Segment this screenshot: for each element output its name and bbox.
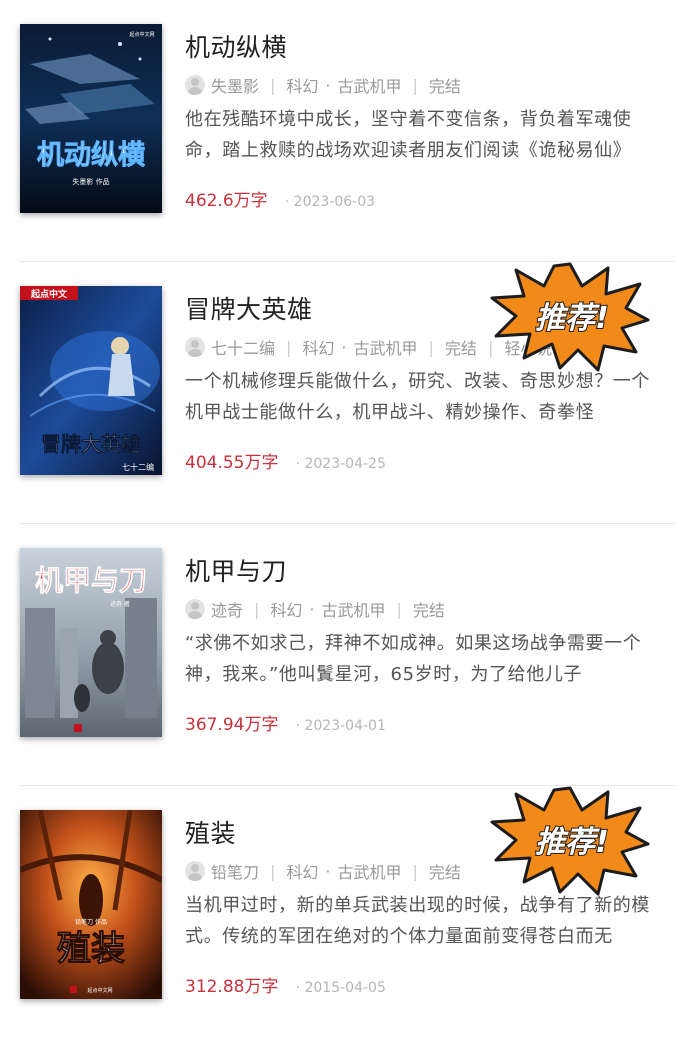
default-avatar-icon — [185, 861, 205, 881]
recommend-badge: 推荐! — [490, 262, 650, 372]
meta-separator: | — [412, 75, 418, 95]
book-item[interactable]: 机甲与刀 迹奇 著 机甲与刀 迹奇 | 科幻 · 古武机甲 | 完结 “求佛不如… — [0, 524, 676, 786]
cover-author: 铅笔刀 作品 — [75, 918, 107, 926]
book-cover-art: 机甲与刀 迹奇 著 — [20, 548, 162, 737]
book-subcategory[interactable]: 古武机甲 — [354, 335, 418, 359]
cover-title: 机甲与刀 — [35, 564, 147, 597]
badge-text: 推荐! — [535, 301, 609, 336]
book-status: 完结 — [412, 601, 445, 620]
book-cover-art: 机动纵横 失墨影 作品 起点中文网 — [20, 24, 162, 213]
book-description: 一个机械修理兵能做什么，研究、改装、奇思妙想？一个机甲战士能做什么，机甲战斗、精… — [185, 371, 650, 423]
book-cover-art: 起点中文 冒牌大英雄 七十二编 — [20, 286, 162, 475]
book-item[interactable]: 起点中文 冒牌大英雄 七十二编 冒牌大英雄 七十二编 | 科幻 · 古武机甲 |… — [0, 262, 676, 524]
meta-dot: · — [325, 75, 331, 95]
cover-publisher: 起点中文网 — [129, 31, 154, 38]
recommend-badge: 推荐! — [490, 786, 650, 896]
book-status: 完结 — [428, 77, 461, 96]
book-cover[interactable]: 起点中文 冒牌大英雄 七十二编 — [20, 286, 162, 475]
book-author[interactable]: 七十二编 — [211, 335, 275, 359]
book-stats: 462.6万字 · 2023-06-03 — [185, 186, 375, 211]
book-description: “求佛不如求己，拜神不如成神。如果这场战争需要一个神，我来。”他叫鬒星河，65岁… — [185, 633, 642, 685]
book-stats: 312.88万字 · 2015-04-05 — [185, 972, 386, 997]
meta-separator: | — [396, 599, 402, 619]
word-count: 312.88万字 — [185, 977, 279, 997]
meta-separator: | — [254, 599, 260, 619]
book-status: 完结 — [428, 863, 461, 882]
meta-separator: | — [270, 861, 276, 881]
burst-badge-icon: 推荐! — [490, 262, 650, 372]
book-meta: 铅笔刀 | 科幻 · 古武机甲 | 完结 — [185, 858, 461, 884]
cover-publisher: 起点中文网 — [87, 987, 112, 994]
meta-separator: | — [412, 861, 418, 881]
update-date: · 2023-04-25 — [295, 456, 386, 472]
book-cover[interactable]: 机动纵横 失墨影 作品 起点中文网 — [20, 24, 162, 213]
badge-text: 推荐! — [535, 825, 609, 860]
update-date: · 2015-04-05 — [295, 980, 386, 996]
book-item[interactable]: 铅笔刀 作品 殖装 起点中文网 殖装 铅笔刀 | 科幻 · 古武机甲 | 完结 … — [0, 786, 676, 1048]
meta-dot: · — [309, 599, 315, 619]
book-description: 他在残酷环境中成长，坚守着不变信条，背负着军魂使命，踏上救赎的战场欢迎读者朋友们… — [185, 109, 632, 161]
book-title[interactable]: 机甲与刀 — [185, 552, 287, 588]
update-date: · 2023-04-01 — [295, 718, 386, 734]
meta-separator: | — [286, 337, 292, 357]
book-subcategory[interactable]: 古武机甲 — [322, 597, 386, 621]
book-category[interactable]: 科幻 — [286, 859, 318, 883]
cover-publisher: 起点中文 — [30, 288, 68, 300]
default-avatar-icon — [185, 337, 205, 357]
cover-title: 机动纵横 — [37, 140, 145, 171]
book-stats: 367.94万字 · 2023-04-01 — [185, 710, 386, 735]
meta-dot: · — [341, 337, 347, 357]
cover-author: 迹奇 著 — [110, 600, 130, 608]
book-author[interactable]: 失墨影 — [211, 73, 259, 97]
book-category[interactable]: 科幻 — [286, 73, 318, 97]
word-count: 404.55万字 — [185, 453, 279, 473]
word-count: 367.94万字 — [185, 715, 279, 735]
meta-separator: | — [270, 75, 276, 95]
cover-author: 失墨影 作品 — [72, 177, 109, 186]
book-description: 当机甲过时，新的单兵武装出现的时候，战争有了新的模式。传统的军团在绝对的个体力量… — [185, 895, 650, 947]
update-date-value: 2023-04-25 — [304, 456, 386, 472]
meta-dot: · — [325, 861, 331, 881]
update-date-value: 2023-06-03 — [293, 194, 376, 210]
book-category[interactable]: 科幻 — [270, 597, 302, 621]
book-cover-art: 铅笔刀 作品 殖装 起点中文网 — [20, 810, 162, 999]
book-cover[interactable]: 机甲与刀 迹奇 著 — [20, 548, 162, 737]
book-author[interactable]: 迹奇 — [211, 597, 243, 621]
book-subcategory[interactable]: 古武机甲 — [338, 73, 402, 97]
default-avatar-icon — [185, 599, 205, 619]
default-avatar-icon — [185, 75, 205, 95]
burst-badge-icon: 推荐! — [490, 786, 650, 896]
cover-title: 冒牌大英雄 — [41, 432, 141, 456]
book-category[interactable]: 科幻 — [302, 335, 334, 359]
meta-separator: | — [428, 337, 434, 357]
book-title[interactable]: 殖装 — [185, 814, 236, 850]
book-meta: 失墨影 | 科幻 · 古武机甲 | 完结 — [185, 72, 461, 98]
book-title[interactable]: 冒牌大英雄 — [185, 290, 313, 326]
cover-author: 七十二编 — [122, 462, 154, 472]
book-cover[interactable]: 铅笔刀 作品 殖装 起点中文网 — [20, 810, 162, 999]
update-date-value: 2023-04-01 — [304, 718, 386, 734]
book-list: 机动纵横 失墨影 作品 起点中文网 机动纵横 失墨影 | 科幻 · 古武机甲 |… — [0, 0, 676, 1024]
book-item[interactable]: 机动纵横 失墨影 作品 起点中文网 机动纵横 失墨影 | 科幻 · 古武机甲 |… — [0, 0, 676, 262]
cover-title: 殖装 — [57, 929, 125, 969]
update-date: · 2023-06-03 — [284, 194, 376, 210]
book-status: 完结 — [444, 339, 477, 358]
book-subcategory[interactable]: 古武机甲 — [338, 859, 402, 883]
update-date-value: 2015-04-05 — [304, 980, 386, 996]
book-title[interactable]: 机动纵横 — [185, 28, 287, 64]
book-meta: 迹奇 | 科幻 · 古武机甲 | 完结 — [185, 596, 445, 622]
book-stats: 404.55万字 · 2023-04-25 — [185, 448, 386, 473]
word-count: 462.6万字 — [185, 191, 268, 211]
book-author[interactable]: 铅笔刀 — [211, 859, 259, 883]
